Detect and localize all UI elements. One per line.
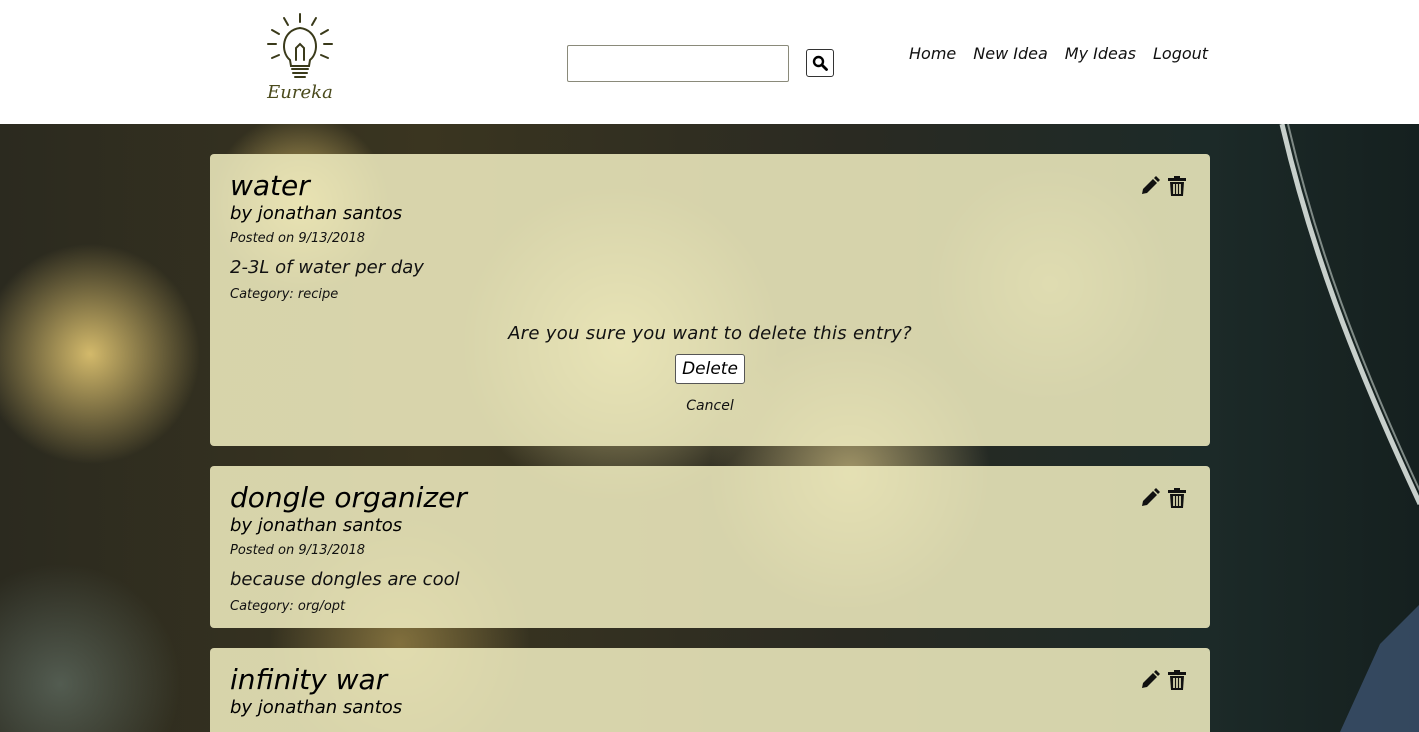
delete-confirmation: Are you sure you want to delete this ent… — [230, 322, 1190, 414]
confirm-message: Are you sure you want to delete this ent… — [508, 323, 912, 344]
search-icon — [812, 55, 828, 71]
idea-card: infinity war by jonathan santos — [210, 648, 1210, 732]
idea-category: Category: org/opt — [230, 599, 346, 614]
idea-body: 2-3L of water per day — [230, 257, 424, 278]
card-actions — [1140, 670, 1188, 690]
trash-icon — [1168, 176, 1186, 196]
pencil-icon — [1142, 488, 1160, 506]
lightbulb-icon — [267, 13, 333, 78]
idea-card: dongle organizer by jonathan santos Post… — [210, 466, 1210, 628]
idea-category: Category: recipe — [230, 287, 339, 302]
search-button[interactable] — [806, 49, 834, 77]
idea-date: Posted on 9/13/2018 — [230, 231, 366, 246]
delete-icon-button[interactable] — [1168, 176, 1188, 196]
site-header: Eureka Home New Idea My Ideas Logout — [0, 0, 1419, 124]
pencil-icon — [1142, 176, 1160, 194]
idea-title[interactable]: dongle organizer — [230, 482, 1190, 514]
idea-card: water by jonathan santos Posted on 9/13/… — [210, 154, 1210, 446]
trash-icon — [1168, 488, 1186, 508]
nav-home[interactable]: Home — [909, 44, 956, 63]
logo-text: Eureka — [267, 82, 333, 103]
nav-new-idea[interactable]: New Idea — [973, 44, 1048, 63]
confirm-delete-button[interactable]: Delete — [675, 354, 745, 384]
idea-title[interactable]: infinity war — [230, 664, 1190, 696]
pencil-icon — [1142, 670, 1160, 688]
idea-date: Posted on 9/13/2018 — [230, 543, 366, 558]
main-nav: Home New Idea My Ideas Logout — [909, 44, 1208, 63]
search-input[interactable] — [567, 45, 789, 82]
edit-button[interactable] — [1140, 176, 1160, 196]
idea-author: by jonathan santos — [230, 697, 403, 718]
rope-decoration — [1279, 124, 1419, 732]
delete-icon-button[interactable] — [1168, 488, 1188, 508]
edit-button[interactable] — [1140, 670, 1160, 690]
idea-author: by jonathan santos — [230, 515, 403, 536]
idea-author: by jonathan santos — [230, 203, 403, 224]
card-actions — [1140, 488, 1188, 508]
delete-icon-button[interactable] — [1168, 670, 1188, 690]
card-actions — [1140, 176, 1188, 196]
trash-icon — [1168, 670, 1186, 690]
idea-title[interactable]: water — [230, 170, 1190, 202]
idea-body: because dongles are cool — [230, 569, 460, 590]
cancel-link[interactable]: Cancel — [230, 398, 1190, 414]
eureka-logo[interactable]: Eureka — [262, 10, 338, 106]
edit-button[interactable] — [1140, 488, 1160, 508]
nav-my-ideas[interactable]: My Ideas — [1065, 44, 1136, 63]
nav-logout[interactable]: Logout — [1153, 44, 1208, 63]
